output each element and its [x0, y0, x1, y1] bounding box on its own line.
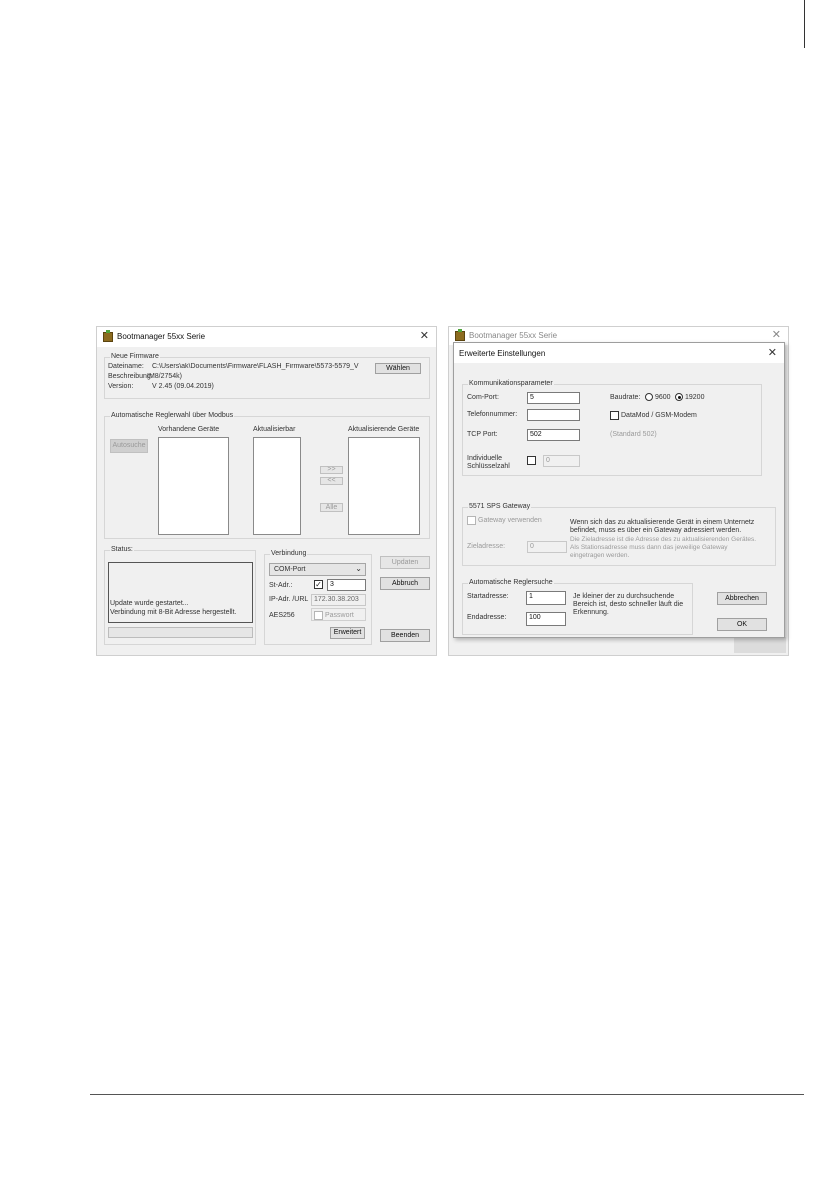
status-group: Status: Update wurde gestartet... Verbin…	[104, 546, 256, 645]
start-address-label: Startadresse:	[467, 593, 509, 600]
connection-group-title: Verbindung	[270, 550, 308, 557]
connection-group: Verbindung COM-Port ⌄ St-Adr.: ✓ 3 IP-Ad…	[264, 550, 372, 645]
status-line-2: Verbindung mit 8-Bit Adresse hergestellt…	[110, 609, 237, 616]
key-label-line1: Individuelle	[467, 455, 503, 462]
key-label-line2: Schlüsselzahl	[467, 463, 510, 470]
page-edge-line	[804, 0, 805, 48]
updating-devices-list[interactable]	[348, 437, 420, 535]
baud-9600-label: 9600	[655, 394, 671, 401]
search-info-line1: Je kleiner der zu durchsuchende	[573, 593, 675, 600]
gateway-info-line2: befindet, muss es über ein Gateway adres…	[570, 527, 742, 534]
ok-button[interactable]: OK	[717, 618, 767, 631]
progress-bar	[108, 627, 253, 638]
autosearch-button[interactable]: Autosuche	[110, 439, 148, 453]
search-group: Automatische Reglersuche Startadresse: 1…	[462, 579, 693, 635]
filename-value: C:\Users\ak\Documents\Firmware\FLASH_Fir…	[152, 363, 359, 370]
ip-url-input[interactable]: 172.30.38.203	[311, 594, 366, 606]
key-checkbox[interactable]	[527, 456, 536, 465]
standard-port-note: (Standard 502)	[610, 431, 657, 438]
extended-settings-button[interactable]: Erweitert	[330, 627, 365, 639]
abort-button[interactable]: Abbruch	[380, 577, 430, 590]
search-info-line3: Erkennung.	[573, 609, 609, 616]
choose-file-button[interactable]: Wählen	[375, 363, 421, 374]
port-select[interactable]: COM-Port ⌄	[269, 563, 366, 576]
close-icon[interactable]: ✕	[772, 328, 781, 341]
extended-settings-dialog: Erweiterte Einstellungen ✕ Kommunikation…	[453, 342, 785, 638]
station-address-checkbox[interactable]: ✓	[314, 580, 323, 589]
datamod-label: DataMod / GSM-Modem	[621, 412, 697, 419]
gateway-info-line5: eingetragen werden.	[570, 552, 630, 559]
bootmanager-window-main: Bootmanager 55xx Serie ✕ Neue Firmware D…	[96, 326, 437, 656]
page-footer-line	[90, 1094, 804, 1095]
tcp-port-label: TCP Port:	[467, 431, 498, 438]
quit-button[interactable]: Beenden	[380, 629, 430, 642]
existing-devices-list[interactable]	[158, 437, 229, 535]
autoselect-group: Automatische Reglerwahl über Modbus Auto…	[104, 412, 430, 539]
end-address-input[interactable]: 100	[526, 612, 566, 626]
phone-label: Telefonnummer:	[467, 411, 518, 418]
close-icon[interactable]: ✕	[420, 329, 429, 342]
target-address-input[interactable]: 0	[527, 541, 567, 553]
version-value: V 2.45 (09.04.2019)	[152, 383, 214, 390]
aes256-label: AES256	[269, 612, 295, 619]
baudrate-label: Baudrate:	[610, 394, 641, 401]
start-address-input[interactable]: 1	[526, 591, 566, 605]
gateway-info-line3: Die Zieladresse ist die Adresse des zu a…	[570, 536, 757, 543]
status-group-title: Status:	[110, 546, 134, 553]
background-bottom-shape	[734, 637, 786, 653]
gateway-checkbox[interactable]	[467, 516, 476, 525]
end-address-label: Endadresse:	[467, 614, 507, 621]
communication-group: Kommunikationsparameter Com-Port: 5 Tele…	[462, 380, 762, 476]
cancel-button[interactable]: Abbrechen	[717, 592, 767, 605]
baud-9600-radio[interactable]	[645, 393, 653, 401]
dialog-title-bar: Erweiterte Einstellungen ✕	[454, 343, 784, 363]
app-icon	[455, 329, 465, 341]
com-port-input[interactable]: 5	[527, 392, 580, 404]
dialog-title: Erweiterte Einstellungen	[459, 349, 546, 358]
updating-devices-label: Aktualisierende Geräte	[348, 426, 420, 433]
version-label: Version:	[108, 383, 134, 390]
datamod-checkbox[interactable]	[610, 411, 619, 420]
updatable-list[interactable]	[253, 437, 301, 535]
description-value: IM8/2754k)	[147, 373, 183, 380]
update-button[interactable]: Updaten	[380, 556, 430, 569]
firmware-group-title: Neue Firmware	[110, 353, 160, 360]
close-icon[interactable]: ✕	[768, 346, 777, 359]
move-left-button[interactable]: <<	[320, 477, 343, 485]
search-group-title: Automatische Reglersuche	[468, 579, 554, 586]
gateway-group: 5571 SPS Gateway Gateway verwenden Wenn …	[462, 503, 776, 566]
phone-input[interactable]	[527, 409, 580, 421]
chevron-down-icon: ⌄	[355, 564, 362, 573]
status-line-1: Update wurde gestartet...	[110, 600, 189, 607]
updatable-label: Aktualisierbar	[253, 426, 296, 433]
existing-devices-label: Vorhandene Geräte	[158, 426, 220, 433]
gateway-use-label: Gateway verwenden	[478, 517, 542, 524]
firmware-group: Neue Firmware Dateiname: C:\Users\ak\Doc…	[104, 353, 430, 399]
key-input[interactable]: 0	[543, 455, 580, 467]
communication-group-title: Kommunikationsparameter	[468, 380, 554, 387]
gateway-group-title: 5571 SPS Gateway	[468, 503, 532, 510]
all-button[interactable]: Alle	[320, 503, 343, 512]
search-info-line2: Bereich ist, desto schneller läuft die	[573, 601, 684, 608]
password-field-frame	[311, 608, 366, 621]
baud-19200-label: 19200	[685, 394, 705, 401]
status-log-box: Update wurde gestartet... Verbindung mit…	[108, 562, 253, 623]
autoselect-group-title: Automatische Reglerwahl über Modbus	[110, 412, 235, 419]
app-icon	[103, 330, 113, 342]
window-title-background: Bootmanager 55xx Serie	[469, 331, 558, 340]
window-title: Bootmanager 55xx Serie	[117, 332, 206, 341]
tcp-port-input[interactable]: 502	[527, 429, 580, 441]
target-address-label: Zieladresse:	[467, 543, 506, 550]
ip-url-label: IP-Adr. /URL	[269, 596, 309, 603]
station-address-input[interactable]: 3	[327, 579, 366, 591]
gateway-info-line1: Wenn sich das zu aktualisierende Gerät i…	[570, 519, 755, 526]
title-bar: Bootmanager 55xx Serie ✕	[97, 327, 436, 347]
baud-19200-radio[interactable]	[675, 393, 683, 401]
com-port-label: Com-Port:	[467, 394, 499, 401]
gateway-info-line4: Als Stationsadresse muss dann das jeweil…	[570, 544, 728, 551]
station-address-label: St-Adr.:	[269, 582, 293, 589]
move-right-button[interactable]: >>	[320, 466, 343, 474]
filename-label: Dateiname:	[108, 363, 144, 370]
port-select-value: COM-Port	[274, 566, 306, 573]
